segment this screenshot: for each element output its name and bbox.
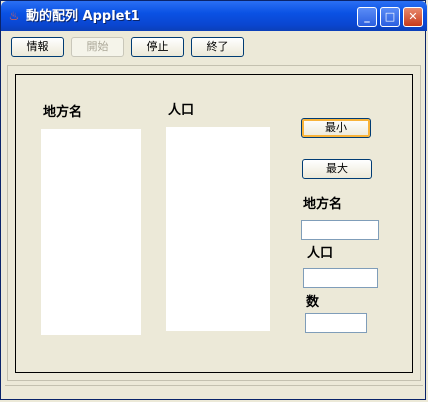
population-field[interactable] [303,268,378,288]
stop-button[interactable]: 停止 [131,37,184,57]
region-list-header: 地方名 [43,105,83,120]
start-button[interactable]: 開始 [71,37,124,57]
maximize-button[interactable]: □ [380,7,400,27]
max-button[interactable]: 最大 [302,159,372,179]
population-list[interactable] [166,127,270,331]
applet-window: ♨ 動的配列 Applet1 _ □ ✕ 情報 開始 停止 終了 地方名 人口 … [0,0,427,400]
count-field[interactable] [305,313,367,333]
minimize-button[interactable]: _ [357,7,377,27]
java-cup-icon: ♨ [8,9,20,23]
region-field-label: 地方名 [303,197,343,212]
title-bar[interactable]: ♨ 動的配列 Applet1 _ □ ✕ [1,1,427,31]
close-button[interactable]: ✕ [403,7,423,27]
window-title: 動的配列 Applet1 [26,9,140,24]
region-field[interactable] [301,220,379,240]
count-field-label: 数 [306,295,320,310]
population-list-header: 人口 [168,103,195,118]
region-list[interactable] [41,129,141,335]
population-field-label: 人口 [307,246,334,261]
info-button[interactable]: 情報 [11,37,64,57]
exit-button[interactable]: 終了 [191,37,244,57]
status-bar [5,385,423,397]
min-button[interactable]: 最小 [301,118,371,138]
